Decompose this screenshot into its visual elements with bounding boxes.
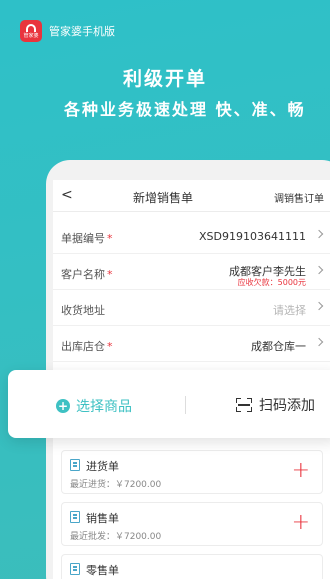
document-icon (70, 459, 80, 471)
app-name: 管家婆手机版 (49, 25, 115, 38)
chevron-right-icon (314, 229, 324, 239)
load-sales-order-link[interactable]: 调销售订单 (274, 190, 324, 205)
item-title: 进货单 (86, 460, 119, 473)
document-icon (70, 511, 80, 523)
divider (185, 396, 186, 414)
add-icon[interactable]: + (292, 460, 310, 482)
customer-label: 客户名称 * (61, 266, 113, 282)
app-logo-text: 管家婆 (23, 32, 39, 39)
chevron-right-icon (314, 337, 324, 347)
page-title: 新增销售单 (132, 191, 193, 205)
address-row[interactable]: 收货地址 请选择 (53, 290, 330, 326)
list-item-retail[interactable]: 零售单 (61, 554, 323, 579)
order-no-value: XSD919103641111 (199, 230, 306, 243)
scan-add-label: 扫码添加 (259, 398, 315, 414)
plus-circle-icon: + (56, 399, 70, 413)
select-goods-button[interactable]: + 选择商品 (56, 396, 132, 416)
nav-bar: < 新增销售单 调销售订单 (53, 180, 330, 212)
warehouse-value: 成都仓库一 (251, 340, 306, 353)
select-goods-label: 选择商品 (76, 399, 132, 415)
add-icon[interactable]: + (292, 512, 310, 534)
warehouse-label: 出库店仓 * (61, 338, 113, 354)
action-card: + 选择商品 扫码添加 (8, 370, 330, 438)
list-item-sales[interactable]: 销售单 最近批发：￥7200.00 + (61, 502, 323, 546)
scan-icon (236, 398, 252, 412)
scan-add-button[interactable]: 扫码添加 (236, 395, 315, 415)
item-title: 销售单 (86, 512, 119, 525)
document-icon (70, 563, 80, 575)
order-no-label: 单据编号 * (61, 230, 113, 246)
hero-title: 利级开单 (122, 68, 207, 90)
receivable-note: 应收欠款：5000元 (237, 278, 306, 287)
order-no-row[interactable]: 单据编号 * XSD919103641111 (53, 218, 330, 254)
required-mark: * (107, 232, 113, 245)
app-logo-icon: 管家婆 (20, 20, 42, 42)
warehouse-label-text: 出库店仓 (61, 340, 105, 353)
item-title: 零售单 (86, 564, 119, 577)
address-label: 收货地址 (61, 304, 105, 317)
chevron-right-icon (314, 265, 324, 275)
item-subtitle: 最近批发：￥7200.00 (70, 532, 162, 542)
hero-subtitle: 各种业务极速处理 快、准、畅 (64, 100, 306, 119)
item-subtitle: 最近进货：￥7200.00 (70, 480, 162, 490)
chevron-right-icon (314, 301, 324, 311)
customer-label-text: 客户名称 (61, 268, 105, 281)
app-brand: 管家婆 管家婆手机版 (20, 20, 115, 42)
required-mark: * (107, 340, 113, 353)
required-mark: * (107, 268, 113, 281)
address-placeholder: 请选择 (273, 304, 306, 317)
order-no-label-text: 单据编号 (61, 232, 105, 245)
warehouse-row[interactable]: 出库店仓 * 成都仓库一 (53, 326, 330, 362)
list-item-purchase[interactable]: 进货单 最近进货：￥7200.00 + (61, 450, 323, 494)
customer-row[interactable]: 客户名称 * 成都客户李先生 应收欠款：5000元 (53, 254, 330, 290)
